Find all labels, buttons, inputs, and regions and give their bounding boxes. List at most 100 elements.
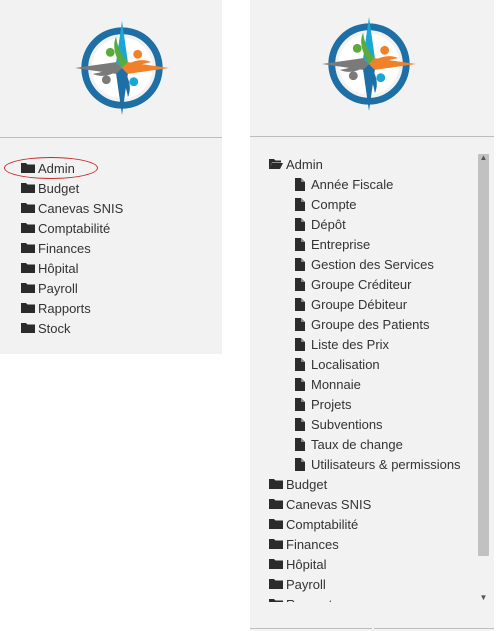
- menu-folder[interactable]: Hôpital: [0, 258, 123, 278]
- menu-leaf-item[interactable]: Subventions: [250, 414, 461, 434]
- menu-leaf-item[interactable]: Monnaie: [250, 374, 461, 394]
- menu-item-label: Rapports: [286, 597, 339, 603]
- folder-icon: [268, 477, 284, 491]
- menu-item-label: Dépôt: [311, 216, 346, 232]
- folder-icon: [268, 537, 284, 551]
- menu-item-label: Compte: [311, 196, 357, 212]
- menu-folder[interactable]: Canevas SNIS: [0, 198, 123, 218]
- file-icon: [292, 177, 308, 191]
- menu-item-label: Groupe des Patients: [311, 316, 430, 332]
- folder-icon: [268, 577, 284, 591]
- menu-item-label: Hôpital: [286, 556, 327, 572]
- folder-icon: [20, 261, 36, 275]
- file-icon: [292, 297, 308, 311]
- menu-leaf-item[interactable]: Projets: [250, 394, 461, 414]
- menu-item-label: Liste des Prix: [311, 336, 390, 352]
- menu-item-label: Canevas SNIS: [286, 496, 372, 512]
- scrollbar-thumb[interactable]: [478, 154, 489, 556]
- file-icon: [292, 417, 308, 431]
- file-icon: [292, 257, 308, 271]
- scroll-down-arrow-icon[interactable]: ▼: [479, 593, 488, 602]
- menu-item-label: Admin: [286, 156, 323, 172]
- menu-folder[interactable]: Rapports: [250, 594, 461, 602]
- menu-leaf-item[interactable]: Dépôt: [250, 214, 461, 234]
- menu-folder[interactable]: Rapports: [0, 298, 123, 318]
- menu-folder[interactable]: Canevas SNIS: [250, 494, 461, 514]
- separator: [250, 136, 494, 137]
- folder-open-icon: [268, 157, 284, 171]
- file-icon: [292, 457, 308, 471]
- bottom-divider: [250, 628, 372, 629]
- compass-logo: [74, 20, 170, 116]
- menu-folder[interactable]: Hôpital: [250, 554, 461, 574]
- bottom-divider: [374, 628, 494, 629]
- file-icon: [292, 337, 308, 351]
- menu-leaf-item[interactable]: Entreprise: [250, 234, 461, 254]
- menu-item-label: Hôpital: [38, 260, 79, 276]
- menu-item-label: Entreprise: [311, 236, 371, 252]
- menu-item-label: Finances: [286, 536, 339, 552]
- menu-folder[interactable]: Budget: [250, 474, 461, 494]
- folder-icon: [268, 557, 284, 571]
- menu-leaf-item[interactable]: Groupe Débiteur: [250, 294, 461, 314]
- menu-folder[interactable]: Stock: [0, 318, 123, 338]
- menu-leaf-item[interactable]: Gestion des Services: [250, 254, 461, 274]
- menu-item-label: Utilisateurs & permissions: [311, 456, 461, 472]
- folder-icon: [268, 597, 284, 602]
- menu-item-label: Localisation: [311, 356, 380, 372]
- file-icon: [292, 197, 308, 211]
- file-icon: [292, 357, 308, 371]
- menu-item-label: Budget: [286, 476, 328, 492]
- menu-folder[interactable]: Admin: [0, 158, 123, 178]
- file-icon: [292, 237, 308, 251]
- folder-icon: [20, 281, 36, 295]
- menu-item-label: Stock: [38, 320, 71, 336]
- menu-leaf-item[interactable]: Taux de change: [250, 434, 461, 454]
- menu-leaf-item[interactable]: Liste des Prix: [250, 334, 461, 354]
- folder-icon: [20, 221, 36, 235]
- folder-icon: [20, 321, 36, 335]
- file-icon: [292, 397, 308, 411]
- menu-leaf-item[interactable]: Groupe Créditeur: [250, 274, 461, 294]
- folder-icon: [20, 161, 36, 175]
- vertical-scrollbar[interactable]: ▲ ▼: [476, 153, 491, 602]
- menu-leaf-item[interactable]: Utilisateurs & permissions: [250, 454, 461, 474]
- menu-folder[interactable]: Payroll: [250, 574, 461, 594]
- menu-item-label: Subventions: [311, 416, 383, 432]
- menu-item-label: Admin: [38, 160, 75, 176]
- menu-folder[interactable]: Budget: [0, 178, 123, 198]
- menu-leaf-item[interactable]: Année Fiscale: [250, 174, 461, 194]
- menu-item-label: Rapports: [38, 300, 91, 316]
- menu-folder[interactable]: Payroll: [0, 278, 123, 298]
- menu-tree-viewport: Admin Année Fiscale Compte Dépôt Entreprise G…: [250, 154, 476, 602]
- folder-icon: [20, 241, 36, 255]
- logo-area: [250, 0, 494, 136]
- menu-folder[interactable]: Finances: [250, 534, 461, 554]
- menu-folder[interactable]: Comptabilité: [0, 218, 123, 238]
- menu-item-label: Année Fiscale: [311, 176, 394, 192]
- file-icon: [292, 377, 308, 391]
- menu-item-label: Groupe Débiteur: [311, 296, 408, 312]
- menu-leaf-item[interactable]: Groupe des Patients: [250, 314, 461, 334]
- menu-tree: Admin Année Fiscale Compte Dépôt Entreprise G…: [250, 154, 461, 602]
- scroll-up-arrow-icon[interactable]: ▲: [479, 153, 488, 162]
- folder-icon: [20, 181, 36, 195]
- menu-leaf-item[interactable]: Localisation: [250, 354, 461, 374]
- menu-item-label: Gestion des Services: [311, 256, 434, 272]
- menu-folder[interactable]: Comptabilité: [250, 514, 461, 534]
- menu-item-label: Comptabilité: [286, 516, 359, 532]
- folder-icon: [268, 517, 284, 531]
- logo-area: [0, 0, 222, 136]
- menu-leaf-item[interactable]: Compte: [250, 194, 461, 214]
- menu-folder[interactable]: Finances: [0, 238, 123, 258]
- menu-item-label: Groupe Créditeur: [311, 276, 412, 292]
- right-menu-panel: Admin Année Fiscale Compte Dépôt Entreprise G…: [250, 0, 494, 631]
- file-icon: [292, 317, 308, 331]
- file-icon: [292, 277, 308, 291]
- separator: [0, 137, 222, 138]
- menu-folder-admin[interactable]: Admin: [250, 154, 461, 174]
- menu-item-label: Payroll: [38, 280, 78, 296]
- menu-item-label: Monnaie: [311, 376, 361, 392]
- folder-icon: [20, 201, 36, 215]
- menu-item-label: Taux de change: [311, 436, 403, 452]
